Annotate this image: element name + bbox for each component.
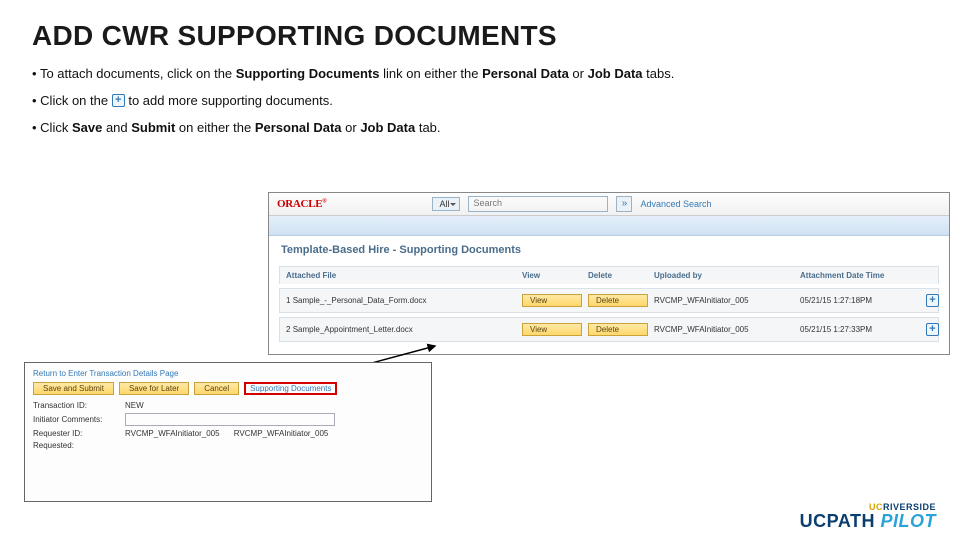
oracle-logo: ORACLE® — [277, 198, 326, 210]
return-link[interactable]: Return to Enter Transaction Details Page — [33, 369, 423, 378]
text-bold: Personal Data — [255, 120, 342, 135]
requested-label: Requested: — [33, 441, 119, 450]
all-dropdown[interactable]: All — [432, 197, 460, 211]
text: tab. — [415, 120, 440, 135]
col-view: View — [522, 271, 582, 280]
text: to add more supporting documents. — [125, 93, 333, 108]
supporting-documents-link[interactable]: Supporting Documents — [244, 382, 337, 395]
requester-id-value: RVCMP_WFAInitiator_005 — [125, 429, 220, 438]
add-row-icon[interactable] — [926, 323, 939, 336]
bullet-2: Click on the to add more supporting docu… — [32, 93, 928, 108]
app-header: ORACLE® All Search Advanced Search — [269, 193, 949, 216]
row-datetime: 05/21/15 1:27:18PM — [800, 296, 920, 305]
row-datetime: 05/21/15 1:27:33PM — [800, 325, 920, 334]
table-row: 1 Sample_-_Personal_Data_Form.docx View … — [279, 288, 939, 313]
pilot-text: PILOT — [875, 511, 936, 531]
bullet-3: Click Save and Submit on either the Pers… — [32, 120, 928, 135]
row-index: 2 — [286, 325, 290, 334]
col-datetime: Attachment Date Time — [800, 271, 920, 280]
transaction-id-value: NEW — [125, 401, 144, 410]
transaction-id-label: Transaction ID: — [33, 401, 119, 410]
plus-icon — [112, 94, 125, 107]
initiator-comments-input[interactable] — [125, 413, 335, 426]
initiator-comments-label: Initiator Comments: — [33, 415, 119, 424]
text-bold: Job Data — [360, 120, 415, 135]
search-go-button[interactable] — [616, 196, 632, 212]
advanced-search-link[interactable]: Advanced Search — [640, 199, 711, 209]
text-bold: Save — [72, 120, 102, 135]
col-file: Attached File — [286, 271, 516, 280]
oracle-app-screenshot: ORACLE® All Search Advanced Search Templ… — [268, 192, 950, 355]
delete-button[interactable]: Delete — [588, 323, 648, 336]
ucpath-text: UCPATH — [800, 511, 875, 531]
bullet-list: To attach documents, click on the Suppor… — [32, 66, 928, 135]
text: or — [342, 120, 361, 135]
text: To attach documents, click on the — [40, 66, 236, 81]
slide-title: ADD CWR SUPPORTING DOCUMENTS — [32, 20, 928, 52]
footer-logo: UCRIVERSIDE UCPATH PILOT — [800, 502, 936, 530]
table-row: 2 Sample_Appointment_Letter.docx View De… — [279, 317, 939, 342]
text: and — [102, 120, 131, 135]
row-uploader: RVCMP_WFAInitiator_005 — [654, 325, 794, 334]
row-filename: Sample_-_Personal_Data_Form.docx — [293, 296, 427, 305]
view-button[interactable]: View — [522, 294, 582, 307]
text: or — [569, 66, 588, 81]
form-screenshot: Return to Enter Transaction Details Page… — [24, 362, 432, 502]
row-filename: Sample_Appointment_Letter.docx — [293, 325, 413, 334]
row-uploader: RVCMP_WFAInitiator_005 — [654, 296, 794, 305]
save-for-later-button[interactable]: Save for Later — [119, 382, 189, 395]
page-title: Template-Based Hire - Supporting Documen… — [281, 244, 939, 256]
add-row-icon[interactable] — [926, 294, 939, 307]
row-index: 1 — [286, 296, 290, 305]
cancel-button[interactable]: Cancel — [194, 382, 239, 395]
col-uploader: Uploaded by — [654, 271, 794, 280]
view-button[interactable]: View — [522, 323, 582, 336]
save-and-submit-button[interactable]: Save and Submit — [33, 382, 114, 395]
text-bold: Submit — [131, 120, 175, 135]
requester-id-label: Requester ID: — [33, 429, 119, 438]
text-bold: Personal Data — [482, 66, 569, 81]
search-input[interactable]: Search — [468, 196, 608, 212]
delete-button[interactable]: Delete — [588, 294, 648, 307]
text-bold: Job Data — [588, 66, 643, 81]
text: Click on the — [40, 93, 112, 108]
bullet-1: To attach documents, click on the Suppor… — [32, 66, 928, 81]
text: on either the — [175, 120, 255, 135]
table-header: Attached File View Delete Uploaded by At… — [279, 266, 939, 284]
col-delete: Delete — [588, 271, 648, 280]
text-bold: Supporting Documents — [236, 66, 380, 81]
app-band — [269, 216, 949, 236]
requester-id-value-2: RVCMP_WFAInitiator_005 — [234, 429, 329, 438]
text: tabs. — [643, 66, 675, 81]
text: Click — [40, 120, 72, 135]
text: link on either the — [379, 66, 482, 81]
